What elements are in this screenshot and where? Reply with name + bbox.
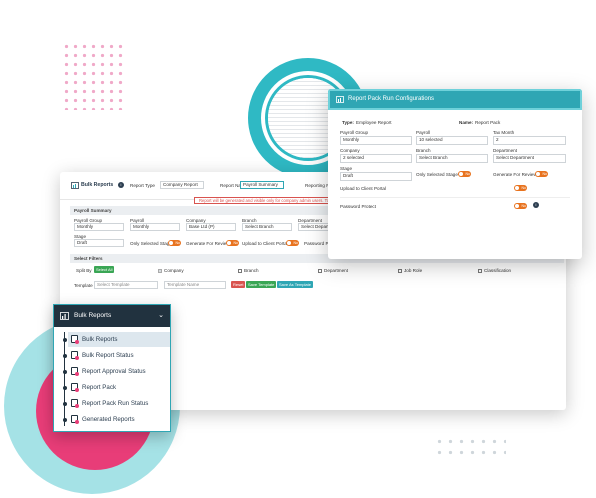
- report-type-label: Report Type: [130, 183, 155, 188]
- page-title: Bulk Reports: [81, 182, 114, 188]
- upload-client-portal-toggle[interactable]: No: [286, 240, 299, 246]
- payroll-label: Payroll: [416, 130, 431, 135]
- reset-button[interactable]: Reset: [231, 281, 246, 288]
- split-by-label: Split By: [76, 268, 92, 273]
- generate-for-review-toggle[interactable]: No: [535, 171, 548, 177]
- payroll-select[interactable]: 10 selected: [416, 136, 488, 145]
- report-icon: [336, 96, 344, 103]
- nav-item-bulk-reports[interactable]: Bulk Reports: [62, 332, 170, 347]
- status-icon: [71, 351, 79, 360]
- template-label: Template: [74, 283, 93, 288]
- job-role-checkbox[interactable]: [398, 269, 402, 273]
- run-status-icon: [71, 399, 79, 408]
- nav-item-report-approval-status[interactable]: Report Approval Status: [62, 364, 170, 379]
- department-select[interactable]: Select Department: [493, 154, 566, 163]
- name-label: Name:: [459, 120, 474, 125]
- nav-item-report-pack-run-status[interactable]: Report Pack Run Status: [62, 396, 170, 411]
- nav-item-report-pack[interactable]: Report Pack: [62, 380, 170, 395]
- filter-option-job-role: Job Role: [404, 268, 423, 273]
- filter-option-branch: Branch: [244, 268, 259, 273]
- filter-option-company: Company: [164, 268, 184, 273]
- company-select[interactable]: Base Ltd (P): [186, 223, 236, 231]
- department-checkbox[interactable]: [318, 269, 322, 273]
- chevron-down-icon[interactable]: ⌄: [158, 305, 164, 327]
- nav-title: Bulk Reports: [74, 312, 112, 319]
- pack-icon: [71, 383, 79, 392]
- stage-label: Stage: [340, 166, 353, 171]
- upload-client-portal-label: Upload to Client Portal: [242, 241, 288, 246]
- info-icon[interactable]: i: [533, 202, 539, 208]
- template-name-input[interactable]: Template Name: [164, 281, 226, 289]
- template-select[interactable]: Select Template: [94, 281, 158, 289]
- dialog-header: Report Pack Run Configurations: [328, 89, 582, 110]
- payroll-group-select[interactable]: Monthly: [74, 223, 124, 231]
- decorative-dots-pink: [62, 42, 126, 110]
- type-value: Employee Report: [356, 120, 392, 125]
- payroll-select[interactable]: Monthly: [130, 223, 180, 231]
- select-all-button[interactable]: Select All: [94, 266, 115, 273]
- nav-header[interactable]: Bulk Reports ⌄: [54, 305, 170, 327]
- decorative-dots-grey: [434, 436, 506, 458]
- stage-select[interactable]: Draft: [340, 172, 412, 181]
- branch-checkbox[interactable]: [238, 269, 242, 273]
- report-name-select[interactable]: Payroll Summary: [240, 181, 284, 189]
- password-protect-toggle[interactable]: No: [514, 203, 527, 209]
- password-protect-label: Password Protect: [340, 204, 376, 209]
- department-label: Department: [493, 148, 518, 153]
- stage-select[interactable]: Draft: [74, 239, 124, 247]
- generate-for-review-toggle[interactable]: No: [226, 240, 239, 246]
- only-selected-stage-label: Only Selected Stage: [416, 172, 458, 177]
- type-label: Type:: [342, 120, 354, 125]
- nav-item-generated-reports[interactable]: Generated Reports: [62, 412, 170, 427]
- info-icon[interactable]: i: [118, 182, 124, 188]
- generate-for-review-label: Generate For Review: [186, 241, 230, 246]
- name-value: Report Pack: [475, 120, 501, 125]
- classification-checkbox[interactable]: [478, 269, 482, 273]
- document-icon: [71, 335, 79, 344]
- tax-month-label: Tax Month: [493, 130, 515, 135]
- payroll-group-label: Payroll Group: [340, 130, 369, 135]
- only-selected-stage-toggle[interactable]: No: [458, 171, 471, 177]
- payroll-group-select[interactable]: Monthly: [340, 136, 412, 145]
- branch-select[interactable]: Select Branch: [242, 223, 292, 231]
- branch-label: Branch: [416, 148, 431, 153]
- approval-icon: [71, 367, 79, 376]
- nav-item-bulk-report-status[interactable]: Bulk Report Status: [62, 348, 170, 363]
- generated-report-icon: [71, 415, 79, 424]
- report-pack-run-config-dialog: Report Pack Run Configurations Type: Emp…: [328, 89, 582, 259]
- only-selected-stage-toggle[interactable]: No: [168, 240, 181, 246]
- company-label: Company: [340, 148, 360, 153]
- upload-client-portal-label: Upload to Client Portal: [340, 186, 386, 191]
- filter-option-classification: Classification: [484, 268, 512, 273]
- bulk-reports-nav-panel: Bulk Reports ⌄ Bulk Reports Bulk Report …: [53, 304, 171, 432]
- company-select[interactable]: 2 selected: [340, 154, 412, 163]
- report-icon: [71, 182, 79, 189]
- tax-month-select[interactable]: 2: [493, 136, 566, 145]
- filter-option-department: Department: [324, 268, 349, 273]
- save-template-button[interactable]: Save Template: [246, 281, 277, 288]
- branch-select[interactable]: Select Branch: [416, 154, 488, 163]
- report-type-select[interactable]: Company Report: [160, 181, 204, 189]
- report-icon: [60, 312, 69, 320]
- company-checkbox[interactable]: [158, 269, 162, 273]
- upload-client-portal-toggle[interactable]: No: [514, 185, 527, 191]
- generate-for-review-label: Generate For Review: [493, 172, 537, 177]
- dialog-title: Report Pack Run Configurations: [348, 96, 435, 102]
- save-as-template-button[interactable]: Save As Template: [277, 281, 313, 288]
